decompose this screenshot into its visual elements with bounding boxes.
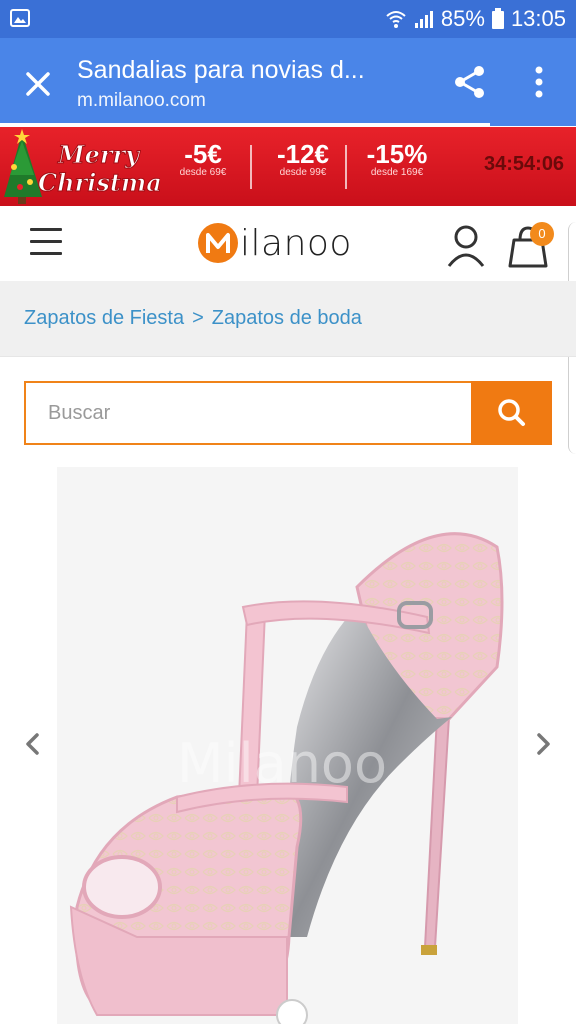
pink-peep-toe-sandal-image: Milanoo xyxy=(69,532,504,1024)
page-title: Sandalias para novias d... xyxy=(77,56,365,84)
deal-1-min: desde 69€ xyxy=(179,167,227,178)
more-options-icon[interactable] xyxy=(524,64,554,100)
deal-1: -5€ desde 69€ xyxy=(172,141,234,178)
logo-m-icon xyxy=(198,223,238,263)
breadcrumb-separator: > xyxy=(192,307,204,329)
site-header: ilanoo xyxy=(0,206,576,282)
promo-banner[interactable]: Merry Christmas -5€ desde 69€ -12€ desde… xyxy=(0,127,576,206)
deal-divider xyxy=(250,145,252,189)
cart-count-badge: 0 xyxy=(530,222,554,246)
status-bar: 85% 13:05 xyxy=(0,0,576,38)
promo-greeting-line1: Merry xyxy=(57,140,141,169)
breadcrumb-item-zapatos-de-fiesta[interactable]: Zapatos de Fiesta xyxy=(24,307,184,330)
battery-icon xyxy=(491,8,504,29)
signal-icon xyxy=(414,11,433,28)
browser-toolbar: Sandalias para novias d... m.milanoo.com xyxy=(0,38,576,126)
search-bar xyxy=(24,381,552,445)
wifi-icon xyxy=(386,11,406,28)
breadcrumb: Zapatos de Fiesta > Zapatos de boda xyxy=(0,281,576,357)
carousel-indicator xyxy=(276,999,308,1024)
milanoo-logo[interactable]: ilanoo xyxy=(198,222,352,264)
search-input[interactable] xyxy=(24,381,471,445)
deal-3: -15% desde 169€ xyxy=(360,141,434,178)
share-icon[interactable] xyxy=(452,64,488,100)
gallery-notification-icon xyxy=(10,9,30,27)
logo-text: ilanoo xyxy=(240,222,352,264)
previous-image-arrow-icon[interactable] xyxy=(22,730,42,758)
christmas-tree-logo: Merry Christmas xyxy=(4,129,160,204)
battery-percent: 85% xyxy=(440,6,485,31)
deal-3-min: desde 169€ xyxy=(370,167,424,178)
deal-2-amount: -12€ xyxy=(276,139,330,169)
search-button[interactable] xyxy=(471,381,552,445)
search-icon xyxy=(498,399,525,426)
deal-3-amount: -15% xyxy=(366,139,428,169)
promo-greeting-line2: Christmas xyxy=(38,168,160,197)
deal-divider xyxy=(345,145,347,189)
deal-2: -12€ desde 99€ xyxy=(268,141,338,178)
deal-1-amount: -5€ xyxy=(184,139,222,169)
user-icon[interactable] xyxy=(446,224,486,268)
menu-icon[interactable] xyxy=(30,228,62,258)
close-icon[interactable] xyxy=(18,64,58,104)
product-watermark: Milanoo xyxy=(177,732,387,795)
breadcrumb-item-zapatos-de-boda[interactable]: Zapatos de boda xyxy=(212,307,362,330)
product-image[interactable]: Milanoo xyxy=(57,467,518,1024)
promo-countdown: 34:54:06 xyxy=(484,153,565,175)
clock: 13:05 xyxy=(510,6,566,31)
next-image-arrow-icon[interactable] xyxy=(534,730,554,758)
page-url: m.milanoo.com xyxy=(77,90,206,111)
